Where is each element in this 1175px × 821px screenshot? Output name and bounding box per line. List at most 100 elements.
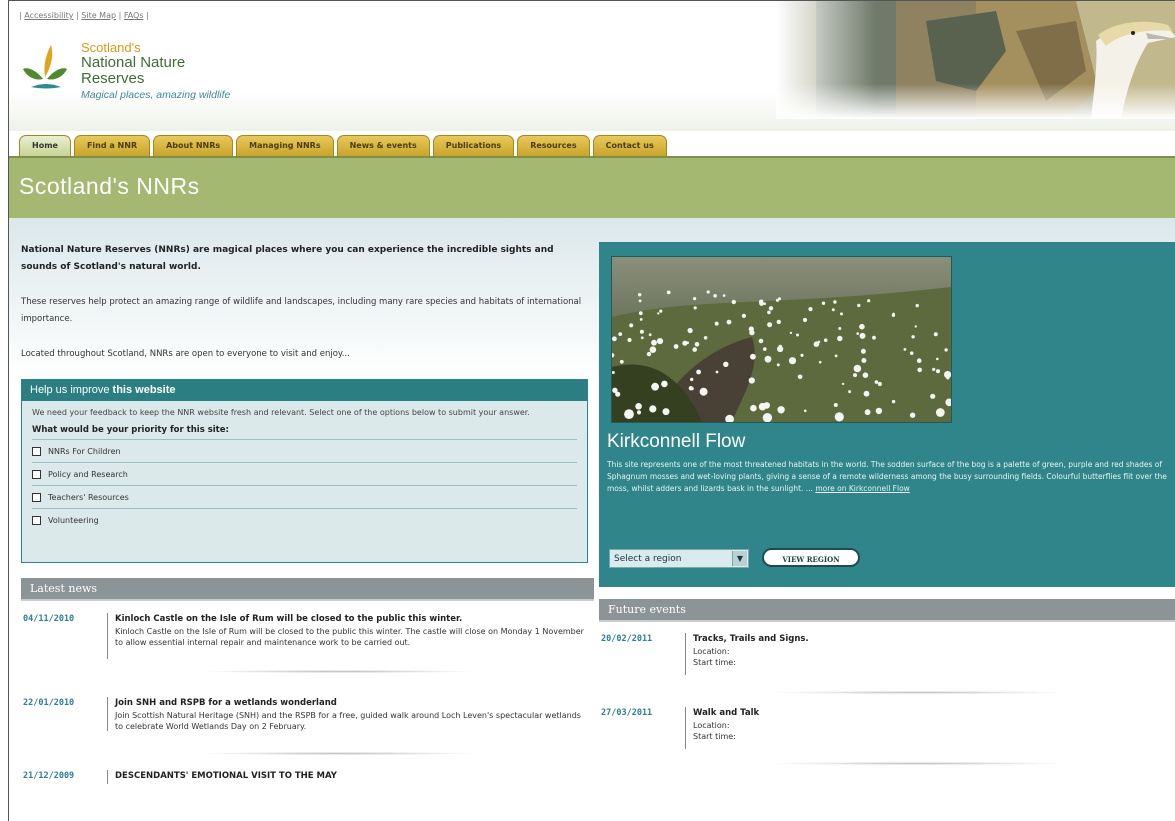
site-map-link[interactable]: Site Map (81, 11, 116, 20)
cotton-grass-head (909, 351, 914, 355)
cotton-grass-head (777, 406, 785, 414)
intro-lead: National Nature Reserves (NNRs) are magi… (21, 245, 554, 272)
chevron-down-icon[interactable]: ▼ (732, 551, 747, 566)
divider (107, 770, 108, 784)
intro-paragraph-2: Located throughout Scotland, NNRs are op… (21, 349, 350, 359)
separator (199, 752, 479, 755)
cotton-grass-head (713, 294, 717, 298)
tab-publications[interactable]: Publications (432, 135, 515, 156)
cotton-grass-head (821, 301, 826, 305)
cotton-grass-head (788, 357, 797, 365)
cotton-grass-head (856, 332, 859, 335)
divider (107, 697, 108, 731)
divider (107, 613, 108, 659)
cotton-grass-head (875, 407, 883, 415)
cotton-grass-head (649, 346, 657, 353)
cotton-grass-head (862, 372, 869, 378)
tab-find-a-nnr[interactable]: Find a NNR (73, 135, 151, 156)
news-item[interactable]: 22/01/2010 Join SNH and RSPB for a wetla… (23, 697, 588, 737)
news-item[interactable]: 21/12/2009 DESCENDANTS' EMOTIONAL VISIT … (23, 770, 588, 790)
main-nav-tabs: Home Find a NNR About NNRs Managing NNRs… (19, 135, 667, 156)
event-date: 27/03/2011 (601, 708, 653, 718)
cotton-grass-head (766, 402, 770, 407)
cotton-grass-head (694, 342, 700, 347)
cotton-grass-head (715, 370, 719, 374)
cotton-grass-head (944, 348, 948, 352)
utility-links: | Accessibility | Site Map | FAQs | (19, 11, 149, 20)
sep: | (116, 11, 124, 20)
cotton-grass-head (764, 355, 772, 363)
news-item[interactable]: 04/11/2010 Kinloch Castle on the Isle of… (23, 613, 588, 665)
featured-reserve-panel: Kirkconnell Flow This site represents on… (599, 242, 1175, 587)
feedback-heading-pre: Help us improve (30, 384, 113, 396)
news-date: 21/12/2009 (23, 771, 75, 781)
cotton-grass-head (891, 313, 896, 317)
cotton-grass-head (891, 399, 896, 404)
cotton-grass-head (872, 335, 876, 340)
accessibility-link[interactable]: Accessibility (24, 11, 73, 20)
tab-resources[interactable]: Resources (517, 135, 590, 156)
cotton-grass-head (750, 353, 756, 360)
cotton-grass-head (696, 369, 701, 375)
event-text: Tracks, Trails and Signs. Location: Star… (693, 633, 1163, 668)
news-title[interactable]: Kinloch Castle on the Isle of Rum will b… (115, 613, 585, 626)
view-region-button[interactable]: VIEW REGION (762, 548, 860, 567)
region-select[interactable]: Select a region ▼ (609, 549, 749, 568)
logo-line-3: Reserves (81, 70, 145, 87)
checkbox-icon[interactable] (32, 469, 41, 479)
cotton-grass-head (703, 336, 708, 340)
cotton-grass-head (629, 323, 634, 328)
cotton-grass-head (833, 300, 837, 304)
news-date: 04/11/2010 (23, 614, 75, 624)
cotton-grass-head (758, 299, 764, 305)
checkbox-icon[interactable] (32, 446, 41, 456)
tab-about-nnrs[interactable]: About NNRs (153, 135, 234, 156)
cotton-grass-head (638, 299, 642, 303)
feedback-poll: Help us improve this website We need you… (21, 379, 588, 563)
news-date: 22/01/2010 (23, 698, 75, 708)
checkbox-icon[interactable] (32, 515, 41, 525)
poll-option[interactable]: NNRs For Children (32, 439, 577, 462)
cotton-grass-head (638, 311, 643, 316)
poll-option[interactable]: Teachers' Resources (32, 485, 577, 508)
event-item[interactable]: 20/02/2011 Tracks, Trails and Signs. Loc… (601, 633, 1175, 678)
cotton-grass-head (688, 386, 694, 391)
checkbox-icon[interactable] (32, 492, 41, 502)
cotton-grass-head (804, 409, 807, 413)
tab-news-events[interactable]: News & events (336, 135, 430, 156)
separator (199, 670, 479, 673)
cotton-grass-head (659, 309, 663, 313)
news-body: Join Scottish Natural Heritage (SNH) and… (115, 711, 581, 731)
tab-contact-us[interactable]: Contact us (592, 135, 667, 156)
event-title[interactable]: Walk and Talk (693, 707, 1163, 720)
cotton-grass-head (909, 412, 916, 418)
cotton-grass-head (802, 317, 808, 323)
event-title[interactable]: Tracks, Trails and Signs. (693, 633, 1163, 646)
logo-tagline: Magical places, amazing wildlife (81, 89, 231, 101)
cotton-grass-head (767, 310, 771, 315)
cotton-grass-head (651, 382, 659, 391)
tab-managing-nnrs[interactable]: Managing NNRs (236, 135, 334, 156)
site-logo[interactable]: Scotland's National Nature Reserves Magi… (21, 29, 321, 119)
tab-home[interactable]: Home (19, 135, 71, 156)
cotton-grass-head (723, 361, 729, 367)
cotton-grass-head (612, 336, 617, 342)
news-title[interactable]: Join SNH and RSPB for a wetlands wonderl… (115, 697, 585, 710)
cotton-grass-head (797, 374, 803, 380)
featured-reserve-title[interactable]: Kirkconnell Flow (607, 431, 745, 453)
event-item[interactable]: 27/03/2011 Walk and Talk Location: Start… (601, 707, 1175, 752)
poll-option-label: NNRs For Children (48, 446, 121, 456)
poll-option[interactable]: Policy and Research (32, 462, 577, 485)
poll-option[interactable]: Volunteering (32, 508, 577, 531)
faqs-link[interactable]: FAQs (124, 11, 144, 20)
cotton-grass-head (692, 347, 697, 352)
feedback-heading-bold: this website (112, 384, 176, 396)
news-title[interactable]: DESCENDANTS' EMOTIONAL VISIT TO THE MAY (115, 770, 585, 783)
kirkconnell-flow-photo (611, 256, 952, 423)
cotton-grass-head (640, 336, 644, 340)
cotton-grass-head (840, 312, 843, 316)
cotton-grass-head (638, 293, 642, 297)
logo-line-2: National Nature (81, 54, 186, 71)
cotton-grass-head (662, 408, 670, 416)
more-link[interactable]: more on Kirkconnell Flow (815, 484, 909, 493)
